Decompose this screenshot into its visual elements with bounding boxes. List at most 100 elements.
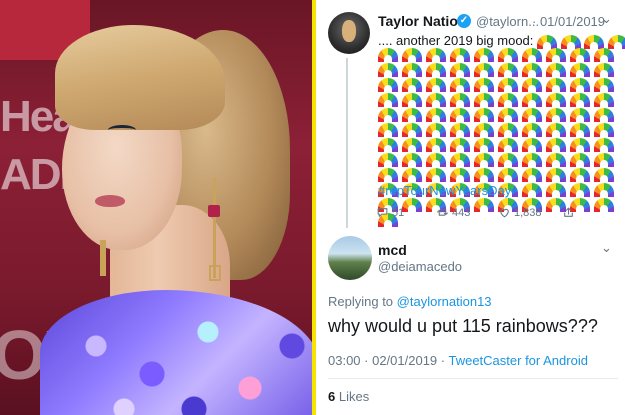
rainbow-icon [474,168,494,182]
rainbow-icon [474,63,494,77]
avatar-taylor-nation[interactable] [328,12,370,54]
rainbow-icon [498,48,518,62]
rainbow-icon [402,63,422,77]
tweet2-text: why would u put 115 rainbows??? [328,316,598,336]
sequin-dress [40,290,312,415]
likes-label: Likes [338,389,370,404]
earring-small [100,240,106,276]
rainbow-icon [570,123,590,137]
rainbow-icon [426,138,446,152]
reply-action[interactable]: 51 [376,206,404,219]
tweet1-actions: 51 443 1,838 [376,206,616,224]
rainbow-icon [570,183,590,197]
like-action[interactable]: 1,838 [498,206,542,219]
rainbow-icon [402,153,422,167]
rainbow-icon [498,93,518,107]
hashtag-link[interactable]: #repTourNewYearsDay [378,183,511,198]
rainbow-icon [522,93,542,107]
rainbow-icon [450,63,470,77]
likes-count: 6 [328,389,336,404]
rainbow-icon [546,183,566,197]
retweet-icon [437,209,448,216]
rainbow-icon [570,153,590,167]
rainbow-icon [594,168,614,182]
rainbow-icon [426,168,446,182]
rainbow-icon [522,168,542,182]
rainbow-icon [594,108,614,122]
tweet1-author-name[interactable]: Taylor Nation [378,13,466,29]
tweet2-handle[interactable]: @deiamacedo [378,259,462,274]
rainbow-icon [522,63,542,77]
rainbow-icon [522,48,542,62]
rainbow-icon [402,48,422,62]
rainbow-icon [450,108,470,122]
avatar-mcd[interactable] [328,236,372,280]
rainbow-icon [570,108,590,122]
retweet-action[interactable]: 443 [436,206,470,219]
rainbow-icon [498,168,518,182]
tweet2-meta: 03:00 · 02/01/2019 · TweetCaster for And… [328,353,588,368]
rainbow-icon [546,123,566,137]
earring-gem [208,205,220,217]
rainbow-icon [378,63,398,77]
rainbow-icon [570,63,590,77]
rainbow-icon [474,138,494,152]
rainbow-icon [522,138,542,152]
reply-prefix-label: Replying to [328,294,394,309]
chevron-down-icon[interactable]: ⌄ [601,240,612,256]
likes-summary[interactable]: 6 Likes [328,389,369,404]
tweet1-text-body: .... another 2019 big mood: [378,33,534,48]
reply-icon [377,208,388,217]
rainbow-icon [522,153,542,167]
rainbow-icon [474,108,494,122]
rainbow-icon [498,108,518,122]
rainbow-icon [378,108,398,122]
tweet2-timestamp[interactable]: 03:00 · 02/01/2019 · [328,353,445,368]
rainbow-icon [450,168,470,182]
earring-drop [209,265,221,281]
rainbow-icon [378,153,398,167]
rainbow-icon [426,78,446,92]
rainbow-icon [378,123,398,137]
rainbow-icon [570,93,590,107]
rainbow-icon [450,123,470,137]
rainbow-icon [426,108,446,122]
rainbow-icon [546,48,566,62]
like-icon [500,208,509,218]
rainbow-icon [594,138,614,152]
rainbow-icon [402,108,422,122]
rainbow-icon [522,108,542,122]
reply-to-link[interactable]: @taylornation13 [397,294,492,309]
rainbow-icon [378,78,398,92]
rainbow-icon [594,123,614,137]
thread-line [346,58,348,228]
rainbow-icon [474,123,494,137]
rainbow-icon [498,153,518,167]
rainbow-icon [402,138,422,152]
rainbow-icon [378,138,398,152]
rainbow-icon [498,123,518,137]
tweet2-author-name[interactable]: mcd [378,242,407,258]
rainbow-icon [594,183,614,197]
rainbow-icon [474,48,494,62]
rainbow-icon [450,138,470,152]
rainbow-icon [378,48,398,62]
rainbow-icon [474,93,494,107]
rainbow-icon [498,138,518,152]
tweet1-handle[interactable]: @taylorn... [476,14,539,29]
tweet-thread: Taylor Nation ✓ @taylorn... · 01/01/2019… [316,0,625,415]
rainbow-icon [378,93,398,107]
chevron-down-icon[interactable]: ⌄ [601,11,612,27]
divider [328,378,618,379]
rainbow-icon [426,123,446,137]
client-link[interactable]: TweetCaster for Android [448,353,587,368]
rainbow-icon [570,48,590,62]
reply-count: 51 [392,206,405,219]
share-action[interactable] [562,206,575,219]
rainbow-icon [402,93,422,107]
eye [108,125,136,135]
tweet1-date[interactable]: · 01/01/2019 [532,14,605,29]
rainbow-icon [450,153,470,167]
rainbow-icon [522,183,542,197]
rainbow-icon [522,78,542,92]
